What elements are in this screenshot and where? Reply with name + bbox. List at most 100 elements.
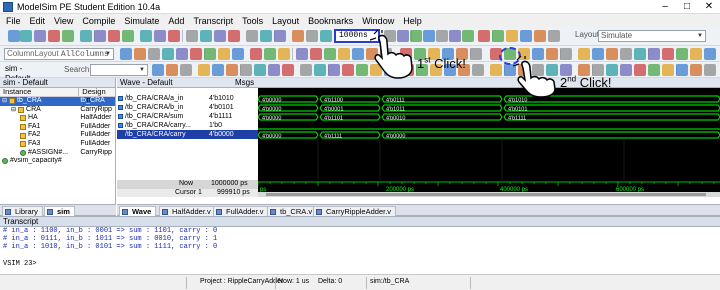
instance-tree-row[interactable]: #vsim_capacity# bbox=[0, 157, 115, 166]
toolbar-icon-button[interactable] bbox=[662, 64, 674, 76]
instance-tree-row[interactable]: FA2 FullAdder bbox=[0, 131, 115, 140]
toolbar-icon-button[interactable] bbox=[162, 48, 174, 60]
toolbar-icon-button[interactable] bbox=[676, 64, 688, 76]
toolbar-icon-button[interactable] bbox=[180, 64, 192, 76]
toolbar-icon-button[interactable] bbox=[214, 30, 226, 42]
toolbar-icon-button[interactable] bbox=[449, 30, 461, 42]
toolbar-icon-button[interactable] bbox=[690, 48, 702, 60]
toolbar-icon-button[interactable] bbox=[306, 30, 318, 42]
toolbar-icon-button[interactable] bbox=[690, 64, 702, 76]
instance-tree-row[interactable]: HA HalfAdder bbox=[0, 114, 115, 123]
toolbar-icon-button[interactable] bbox=[154, 30, 166, 42]
toolbar-icon-button[interactable] bbox=[342, 64, 354, 76]
toolbar-icon-button[interactable] bbox=[470, 48, 482, 60]
toolbar-icon-button[interactable] bbox=[578, 48, 590, 60]
toolbar-icon-button[interactable] bbox=[314, 64, 326, 76]
toolbar-icon-button[interactable] bbox=[8, 30, 20, 42]
signal-row[interactable]: /tb_CRA/CRA/a_in 4'b1010 bbox=[117, 94, 258, 103]
toolbar-icon-button[interactable] bbox=[48, 30, 60, 42]
toolbar-icon-button[interactable] bbox=[606, 48, 618, 60]
toolbar-icon-button[interactable] bbox=[648, 64, 660, 76]
toolbar-icon-button[interactable] bbox=[62, 30, 74, 42]
toolbar-icon-button[interactable] bbox=[152, 64, 164, 76]
toolbar-icon-button[interactable] bbox=[260, 30, 272, 42]
menu-item-simulate[interactable]: Simulate bbox=[124, 16, 159, 26]
toolbar-icon-button[interactable] bbox=[648, 48, 660, 60]
signal-row[interactable]: /tb_CRA/CRA/carry... 1'b0 bbox=[117, 121, 258, 130]
toolbar-icon-button[interactable] bbox=[20, 30, 32, 42]
toolbar-icon-button[interactable] bbox=[520, 30, 532, 42]
toolbar-icon-button[interactable] bbox=[620, 48, 632, 60]
toolbar-icon-button[interactable] bbox=[148, 48, 160, 60]
tab-wave[interactable]: Wave bbox=[119, 206, 157, 216]
toolbar-icon-button[interactable] bbox=[592, 48, 604, 60]
toolbar-icon-button[interactable] bbox=[250, 48, 262, 60]
toolbar-icon-button[interactable] bbox=[134, 48, 146, 60]
toolbar-icon-button[interactable] bbox=[300, 64, 312, 76]
toolbar-icon-button[interactable] bbox=[676, 48, 688, 60]
toolbar-icon-button[interactable] bbox=[282, 64, 294, 76]
toolbar-icon-button[interactable] bbox=[352, 48, 364, 60]
menu-item-compile[interactable]: Compile bbox=[82, 16, 115, 26]
tab-halfadder-v[interactable]: HalfAdder.v bbox=[159, 206, 216, 216]
toolbar-icon-button[interactable] bbox=[94, 30, 106, 42]
transcript-prompt[interactable]: VSIM 23> bbox=[0, 260, 720, 268]
toolbar-icon-button[interactable] bbox=[212, 64, 224, 76]
tab-carryrippleadder-v[interactable]: CarryRippleAdder.v bbox=[313, 206, 397, 216]
design-unit-column-header[interactable]: Design un bbox=[78, 88, 115, 104]
toolbar-icon-button[interactable] bbox=[108, 30, 120, 42]
instance-tree-row[interactable]: FA1 FullAdder bbox=[0, 123, 115, 132]
maximize-button[interactable]: □ bbox=[676, 0, 698, 14]
cursor-row[interactable]: Cursor 1 999910 ps bbox=[117, 189, 258, 198]
menu-item-tools[interactable]: Tools bbox=[242, 16, 263, 26]
toolbar-icon-button[interactable] bbox=[240, 64, 252, 76]
instance-column-header[interactable]: Instance bbox=[0, 88, 78, 96]
toolbar-icon-button[interactable] bbox=[328, 64, 340, 76]
toolbar-icon-button[interactable] bbox=[320, 30, 332, 42]
toolbar-icon-button[interactable] bbox=[704, 48, 716, 60]
toolbar-icon-button[interactable] bbox=[218, 48, 230, 60]
toolbar-icon-button[interactable] bbox=[264, 48, 276, 60]
scrollbar-thumb[interactable] bbox=[266, 193, 706, 196]
toolbar-icon-button[interactable] bbox=[548, 30, 560, 42]
menu-item-help[interactable]: Help bbox=[403, 16, 422, 26]
waveform-canvas[interactable]: 4'b0000 4'b1100 4'b0111 4'b1010 4'b0000 4'b00… bbox=[258, 88, 720, 180]
toolbar-icon-button[interactable] bbox=[704, 64, 716, 76]
toolbar-icon-button[interactable] bbox=[634, 48, 646, 60]
toolbar-icon-button[interactable] bbox=[254, 64, 266, 76]
toolbar-icon-button[interactable] bbox=[620, 64, 632, 76]
toolbar-icon-button[interactable] bbox=[120, 48, 132, 60]
toolbar-icon-button[interactable] bbox=[228, 30, 240, 42]
toolbar-icon-button[interactable] bbox=[478, 30, 490, 42]
toolbar-icon-button[interactable] bbox=[462, 30, 474, 42]
toolbar-icon-button[interactable] bbox=[492, 30, 504, 42]
toolbar-icon-button[interactable] bbox=[122, 30, 134, 42]
tab-tb_cra-v[interactable]: tb_CRA.v bbox=[267, 206, 318, 216]
toolbar-icon-button[interactable] bbox=[80, 30, 92, 42]
toolbar-icon-button[interactable] bbox=[200, 30, 212, 42]
instance-tree-row[interactable]: ⊟ CRA CarryRipp bbox=[0, 106, 115, 115]
menu-item-file[interactable]: File bbox=[6, 16, 21, 26]
layout-select[interactable]: Simulate ▼ bbox=[598, 30, 706, 42]
tab-fulladder-v[interactable]: FullAdder.v bbox=[213, 206, 269, 216]
menu-item-window[interactable]: Window bbox=[362, 16, 394, 26]
toolbar-icon-button[interactable] bbox=[534, 30, 546, 42]
expand-collapse-icon[interactable]: ⊟ bbox=[11, 106, 16, 115]
toolbar-icon-button[interactable] bbox=[506, 30, 518, 42]
menu-item-add[interactable]: Add bbox=[168, 16, 184, 26]
column-layout-select[interactable]: ColumnLayout AllColumns ▼ bbox=[4, 48, 114, 60]
menu-item-edit[interactable]: Edit bbox=[30, 16, 46, 26]
tab-sim[interactable]: sim bbox=[44, 206, 75, 216]
signal-row[interactable]: /tb_CRA/CRA/sum 4'b1111 bbox=[117, 112, 258, 121]
toolbar-icon-button[interactable] bbox=[338, 48, 350, 60]
toolbar-icon-button[interactable] bbox=[278, 48, 290, 60]
time-ruler[interactable]: ps 200000 ps 400000 ps 600000 ps bbox=[258, 180, 720, 197]
menu-item-bookmarks[interactable]: Bookmarks bbox=[308, 16, 353, 26]
toolbar-icon-button[interactable] bbox=[204, 48, 216, 60]
minimize-button[interactable]: – bbox=[654, 0, 676, 14]
toolbar-icon-button[interactable] bbox=[634, 64, 646, 76]
instance-tree-row[interactable]: ⊟ tb_CRA tb_CRA bbox=[0, 97, 115, 106]
toolbar-icon-button[interactable] bbox=[268, 64, 280, 76]
toolbar-icon-button[interactable] bbox=[274, 30, 286, 42]
menu-item-view[interactable]: View bbox=[54, 16, 73, 26]
